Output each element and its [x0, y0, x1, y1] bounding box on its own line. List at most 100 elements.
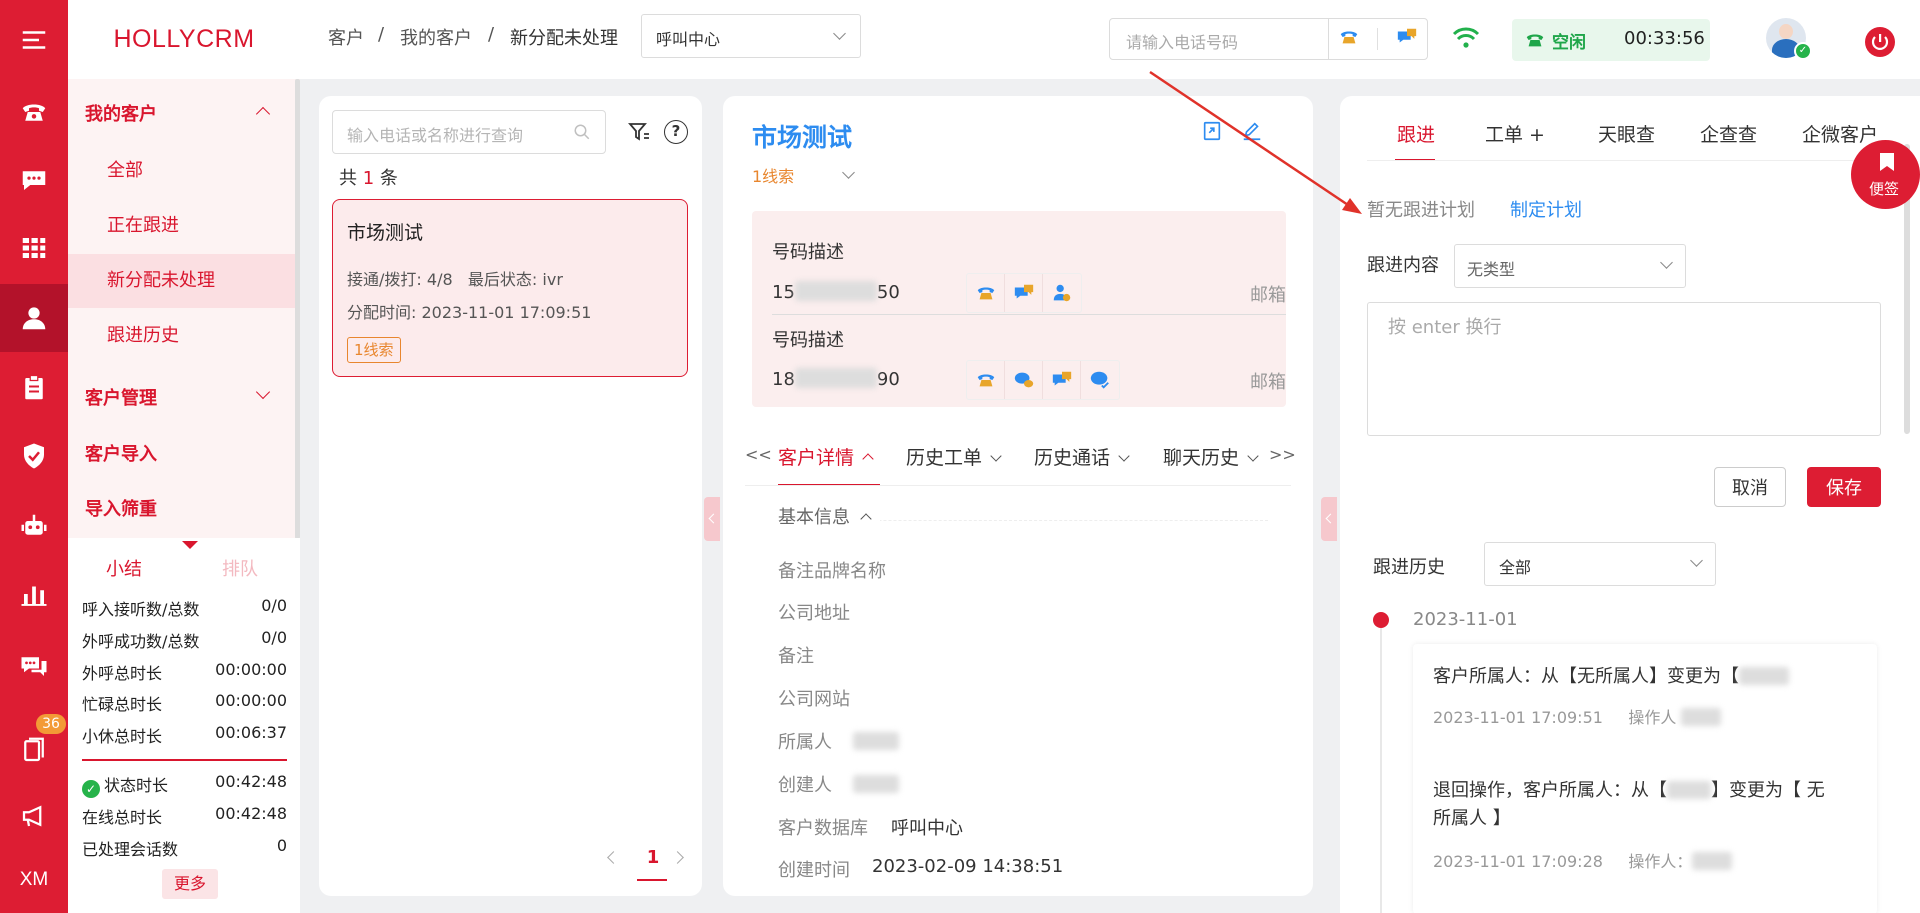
make-plan-link[interactable]: 制定计划 — [1510, 196, 1582, 222]
chat-check-icon[interactable] — [1081, 361, 1119, 399]
call-center-select[interactable]: 呼叫中心 — [641, 14, 861, 58]
history-entry-text: 退回操作，客户所属人：从【 】变更为【 无 — [1433, 780, 1825, 801]
card-connect: 接通/拨打: 4/8 最后状态: ivr — [347, 270, 563, 289]
filter-icon[interactable] — [627, 120, 651, 148]
user-initials[interactable]: XM — [0, 846, 68, 913]
save-button[interactable]: 保存 — [1807, 467, 1881, 507]
wechat-icon[interactable] — [1005, 361, 1043, 399]
menu-section-customer-import[interactable]: 客户导入 — [85, 440, 157, 466]
tab-qichacha[interactable]: 企查查 — [1700, 120, 1757, 147]
tab-history-orders[interactable]: 历史工单 — [906, 443, 1002, 470]
history-card: 客户所属人：从【无所属人】变更为【 2023-11-01 17:09:51 操作… — [1413, 644, 1877, 913]
page-number[interactable]: 1 — [644, 847, 662, 868]
chevron-up-icon[interactable] — [255, 106, 271, 122]
prev-page-icon[interactable] — [607, 851, 620, 864]
phone-actions — [966, 273, 1082, 313]
tabs-next[interactable]: >> — [1269, 445, 1296, 464]
next-page-icon[interactable] — [671, 851, 684, 864]
tab-wecom[interactable]: 企微客户 — [1802, 120, 1878, 147]
tab-chat-history[interactable]: 聊天历史 — [1163, 443, 1259, 470]
chevron-down-icon[interactable] — [842, 166, 855, 179]
shield-icon[interactable] — [0, 422, 68, 490]
breadcrumb-my-customers[interactable]: 我的客户 — [400, 24, 472, 50]
menu-section-import-dedupe[interactable]: 导入筛重 — [85, 495, 157, 521]
chevron-down-icon — [1247, 450, 1259, 462]
menu-item-follow-history[interactable]: 跟进历史 — [68, 309, 295, 363]
agent-status[interactable]: 空闲 00:33:56 — [1512, 19, 1710, 61]
chevron-down-icon[interactable] — [255, 384, 271, 400]
history-filter-select[interactable]: 全部 — [1484, 542, 1716, 586]
phone-desc: 号码描述 — [772, 330, 844, 351]
tab-customer-detail[interactable]: 客户详情 — [778, 443, 874, 470]
menu-scrollbar[interactable] — [295, 79, 300, 539]
menu-item-new-assigned[interactable]: 新分配未处理 — [68, 254, 295, 308]
call-icon[interactable] — [967, 361, 1005, 399]
menu-section-my-customers[interactable]: 我的客户 — [85, 100, 157, 126]
menu-section-customer-management[interactable]: 客户管理 — [85, 384, 157, 410]
sms-icon[interactable] — [1396, 26, 1418, 52]
phone-block: 号码描述 15 50 邮箱 号码描述 18 90 邮箱 — [752, 211, 1286, 407]
menu-icon[interactable] — [0, 6, 68, 74]
customer-card[interactable]: 市场测试 接通/拨打: 4/8 最后状态: ivr 分配时间: 2023-11-… — [332, 199, 688, 377]
bookmark-button[interactable]: 便签 — [1851, 140, 1920, 209]
phone-number: 18 90 — [772, 368, 900, 390]
contact-add-icon[interactable] — [1043, 274, 1081, 312]
book-icon[interactable]: 36 — [0, 714, 68, 784]
creator-value-redacted — [853, 775, 899, 793]
tab-tianyancha[interactable]: 天眼查 — [1598, 120, 1655, 147]
icon-rail: 36 XM — [0, 0, 68, 913]
bookmark-icon — [1879, 152, 1895, 176]
collapse-toggle-icon[interactable] — [182, 541, 198, 549]
cancel-button[interactable]: 取消 — [1714, 467, 1786, 507]
sms-icon[interactable] — [1005, 274, 1043, 312]
menu-item-following[interactable]: 正在跟进 — [68, 199, 295, 253]
field-created-label: 创建时间 — [778, 860, 850, 881]
phone-icon[interactable] — [0, 78, 68, 146]
phone-icon — [1524, 29, 1546, 55]
chevron-down-icon — [1660, 256, 1673, 269]
chevron-down-icon — [833, 27, 846, 40]
field-website-label: 公司网站 — [778, 689, 850, 710]
tab-work-order[interactable]: 工单 + — [1485, 120, 1545, 147]
list-search-input[interactable]: 输入电话或名称进行查询 — [332, 110, 606, 154]
breadcrumb-customers[interactable]: 客户 — [328, 24, 364, 50]
basic-info-toggle[interactable]: 基本信息 — [768, 503, 880, 529]
chart-icon[interactable] — [0, 560, 68, 628]
phone-number: 15 50 — [772, 281, 900, 303]
collapse-right-handle[interactable] — [1321, 497, 1337, 541]
followup-type-select[interactable]: 无类型 — [1454, 244, 1686, 288]
collapse-left-handle[interactable] — [704, 497, 720, 541]
stat-row: ✓ 状态时长 00:42:48 — [82, 772, 287, 798]
tabs-prev[interactable]: << — [745, 445, 772, 464]
grid-icon[interactable] — [0, 214, 68, 282]
tab-followup[interactable]: 跟进 — [1397, 120, 1435, 147]
field-database-label: 客户数据库 — [778, 818, 868, 839]
stat-row: 已处理会话数 0 — [82, 836, 287, 859]
tab-summary[interactable]: 小结 — [106, 555, 142, 581]
message-icon[interactable] — [0, 632, 68, 700]
clue-count[interactable]: 1线索 — [752, 163, 794, 187]
search-icon[interactable] — [573, 123, 591, 145]
megaphone-icon[interactable] — [0, 782, 68, 850]
dial-phone-icon[interactable] — [1338, 26, 1360, 52]
menu-item-all[interactable]: 全部 — [68, 144, 295, 198]
phone-input[interactable]: 请输入电话号码 — [1109, 18, 1329, 60]
clipboard-icon[interactable] — [0, 354, 68, 422]
stat-row: 呼入接听数/总数 0/0 — [82, 596, 287, 619]
robot-icon[interactable] — [0, 492, 68, 560]
stat-row: 忙碌总时长 00:00:00 — [82, 691, 287, 714]
field-address-label: 公司地址 — [778, 603, 850, 624]
more-button[interactable]: 更多 — [162, 869, 218, 899]
help-icon[interactable]: ? — [664, 120, 688, 144]
followup-textarea[interactable]: 按 enter 换行 — [1367, 302, 1881, 436]
notification-badge: 36 — [36, 714, 66, 734]
call-icon[interactable] — [967, 274, 1005, 312]
timeline-line — [1380, 628, 1382, 913]
sms-icon[interactable] — [1043, 361, 1081, 399]
chat-icon[interactable] — [0, 146, 68, 214]
power-icon[interactable] — [1865, 27, 1895, 57]
stat-row: 在线总时长 00:42:48 — [82, 804, 287, 827]
customer-icon[interactable] — [0, 284, 68, 352]
tab-history-calls[interactable]: 历史通话 — [1034, 443, 1130, 470]
tab-queue[interactable]: 排队 — [222, 555, 258, 581]
